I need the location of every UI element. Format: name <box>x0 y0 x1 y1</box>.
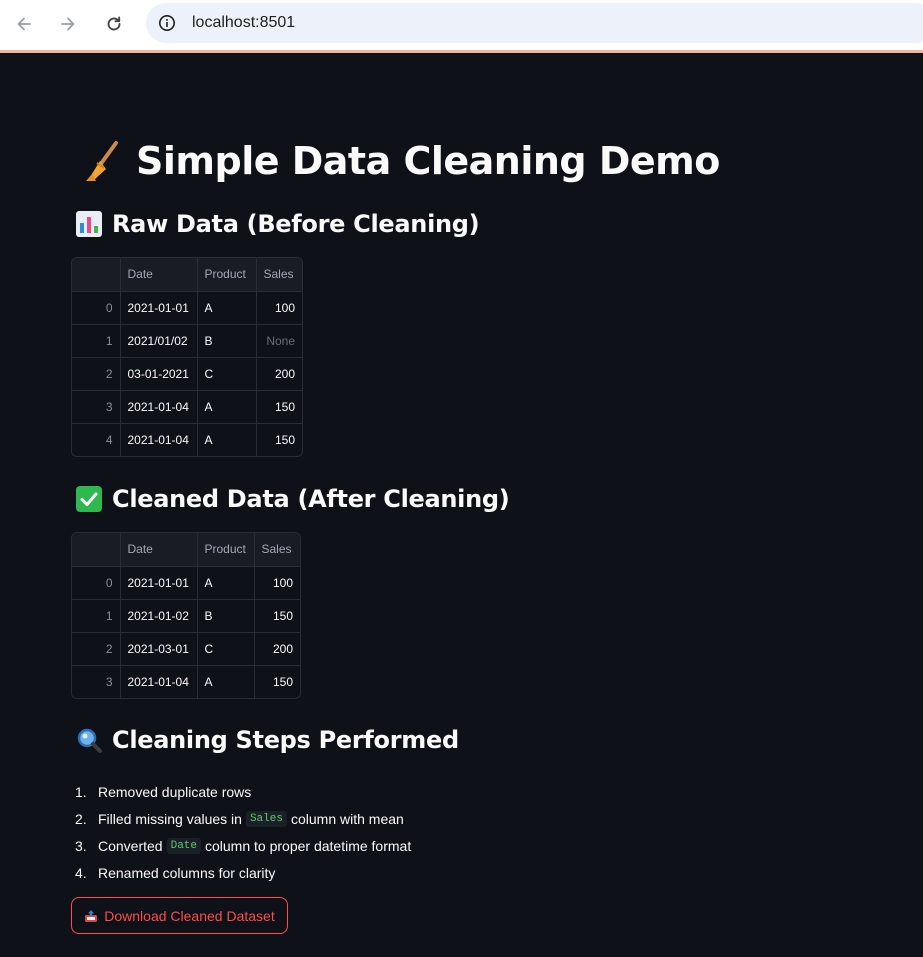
row-index-cell[interactable]: 2 <box>72 357 121 391</box>
row-index-cell[interactable]: 1 <box>72 599 121 633</box>
back-button[interactable] <box>12 12 36 36</box>
browser-toolbar: localhost:8501 <box>0 0 923 53</box>
table-cell[interactable]: 2021-01-02 <box>120 599 198 633</box>
broom-icon <box>86 141 118 181</box>
table-cell[interactable]: 150 <box>256 423 302 456</box>
table-cell[interactable]: 2021-01-01 <box>120 291 198 325</box>
table-cell[interactable]: 200 <box>254 632 300 666</box>
table-cell[interactable]: 03-01-2021 <box>120 357 198 391</box>
list-item-text: Renamed columns for clarity <box>98 864 276 881</box>
index-column-header[interactable] <box>72 533 121 567</box>
table-cell[interactable]: C <box>197 357 257 391</box>
outbox-tray-icon <box>85 909 98 922</box>
page-title-text: Simple Data Cleaning Demo <box>136 139 720 183</box>
table-cell[interactable]: 150 <box>256 390 302 424</box>
table-cell[interactable]: 2021-01-04 <box>120 390 198 424</box>
list-item-text: Converted <box>98 837 163 854</box>
download-button[interactable]: Download Cleaned Dataset <box>71 897 288 934</box>
table-cell[interactable]: 2021-01-01 <box>120 566 198 600</box>
list-item-number: 4. <box>75 864 87 881</box>
inline-code: Sales <box>245 810 287 827</box>
table-cell[interactable]: C <box>197 632 255 666</box>
table-cell[interactable]: A <box>197 423 257 456</box>
list-item-text: column to proper datetime format <box>205 837 412 854</box>
list-item-text: column with mean <box>290 810 404 827</box>
raw-data-heading-text: Raw Data (Before Cleaning) <box>112 210 480 238</box>
list-item: 4. Renamed columns for clarity <box>75 859 411 886</box>
magnifying-glass-icon <box>77 728 102 753</box>
streamlit-app: Simple Data Cleaning Demo Raw Data (Befo… <box>0 53 923 957</box>
row-index-cell[interactable]: 1 <box>72 324 121 358</box>
row-index-cell[interactable]: 3 <box>72 665 121 698</box>
cleaning-steps-list: 1. Removed duplicate rows 2. Filled miss… <box>75 778 411 886</box>
table-row: 2 03-01-2021 C 200 <box>72 357 302 391</box>
cleaned-data-heading: Cleaned Data (After Cleaning) <box>75 485 510 513</box>
cleaning-steps-heading: Cleaning Steps Performed <box>75 726 459 754</box>
arrow-right-icon <box>61 17 75 31</box>
arrow-left-icon <box>17 17 31 31</box>
list-item-number: 2. <box>75 810 87 827</box>
list-item-text: Filled missing values in <box>98 810 242 827</box>
table-cell[interactable]: A <box>197 665 255 698</box>
forward-button[interactable] <box>56 12 80 36</box>
download-button-label: Download Cleaned Dataset <box>104 907 275 924</box>
table-cell[interactable]: 2021-03-01 <box>120 632 198 666</box>
table-row: 1 2021/01/02 B None <box>72 324 302 358</box>
table-row: 1 2021-01-02 B 150 <box>72 599 300 633</box>
list-item-number: 1. <box>75 783 87 800</box>
row-index-cell[interactable]: 2 <box>72 632 121 666</box>
index-column-header[interactable] <box>72 258 121 292</box>
row-index-cell[interactable]: 0 <box>72 291 121 325</box>
table-cell[interactable]: 2021-01-04 <box>120 423 198 456</box>
table-row: 0 2021-01-01 A 100 <box>72 566 300 600</box>
cleaned-data-table[interactable]: Date Product Sales 0 2021-01-01 A 100 1 2021-01… <box>71 532 301 699</box>
raw-data-table[interactable]: Date Product Sales 0 2021-01-01 A 100 1 2021/01… <box>71 257 303 457</box>
table-cell[interactable]: A <box>197 291 257 325</box>
column-header[interactable]: Product <box>197 533 255 567</box>
column-header[interactable]: Sales <box>254 533 300 567</box>
table-cell[interactable]: B <box>197 599 255 633</box>
bar-chart-icon <box>76 211 102 237</box>
table-cell[interactable]: 2021-01-04 <box>120 665 198 698</box>
table-cell[interactable]: B <box>197 324 257 358</box>
row-index-cell[interactable]: 3 <box>72 390 121 424</box>
table-cell[interactable]: 2021/01/02 <box>120 324 198 358</box>
table-cell[interactable]: 150 <box>254 665 300 698</box>
page-title: Simple Data Cleaning Demo <box>82 139 720 183</box>
row-index-cell[interactable]: 4 <box>72 423 121 456</box>
cleaning-steps-heading-text: Cleaning Steps Performed <box>112 726 459 754</box>
list-item: 1. Removed duplicate rows <box>75 778 411 805</box>
raw-data-heading: Raw Data (Before Cleaning) <box>75 210 480 238</box>
table-cell[interactable]: A <box>197 390 257 424</box>
table-row: 2 2021-03-01 C 200 <box>72 632 300 666</box>
inline-code: Date <box>166 837 201 854</box>
table-cell[interactable]: 100 <box>256 291 302 325</box>
address-bar[interactable]: localhost:8501 <box>146 3 923 43</box>
cleaned-data-heading-text: Cleaned Data (After Cleaning) <box>112 485 510 513</box>
list-item-number: 3. <box>75 837 87 854</box>
list-item-text: Removed duplicate rows <box>98 783 252 800</box>
check-mark-button-icon <box>76 486 102 512</box>
table-cell[interactable]: 200 <box>256 357 302 391</box>
table-row: 0 2021-01-01 A 100 <box>72 291 302 325</box>
column-header[interactable]: Date <box>120 533 198 567</box>
site-info-icon[interactable] <box>158 14 176 32</box>
reload-button[interactable] <box>102 12 126 36</box>
list-item: 3. Converted Date column to proper datet… <box>75 832 411 859</box>
reload-icon <box>107 16 121 31</box>
table-cell[interactable]: 100 <box>254 566 300 600</box>
column-header[interactable]: Product <box>197 258 257 292</box>
column-header[interactable]: Sales <box>256 258 302 292</box>
table-row: 4 2021-01-04 A 150 <box>72 423 302 456</box>
table-row: 3 2021-01-04 A 150 <box>72 665 300 698</box>
table-cell[interactable]: None <box>256 324 302 358</box>
column-header[interactable]: Date <box>120 258 198 292</box>
table-row: 3 2021-01-04 A 150 <box>72 390 302 424</box>
list-item: 2. Filled missing values in Sales column… <box>75 805 411 832</box>
table-cell[interactable]: 150 <box>254 599 300 633</box>
address-url: localhost:8501 <box>192 14 296 31</box>
row-index-cell[interactable]: 0 <box>72 566 121 600</box>
table-cell[interactable]: A <box>197 566 255 600</box>
